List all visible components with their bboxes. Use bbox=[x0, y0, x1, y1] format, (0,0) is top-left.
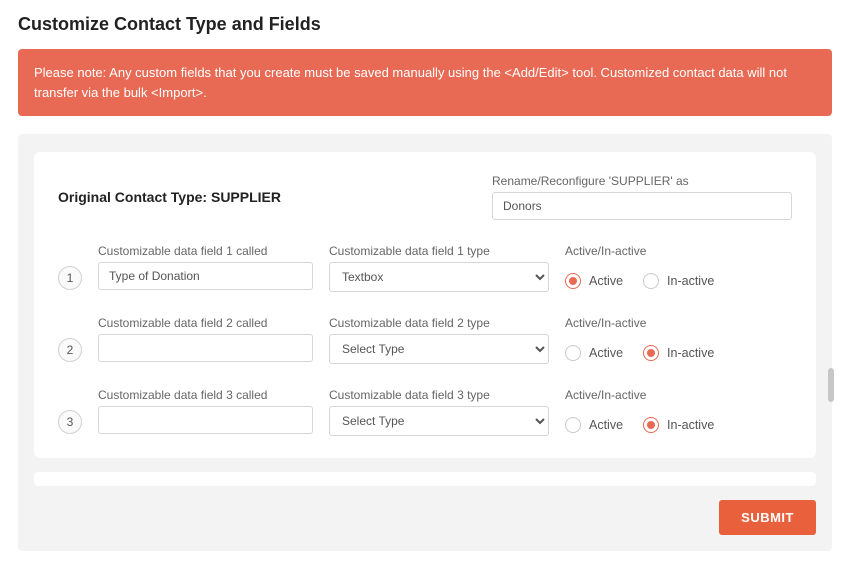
radio-label: Active bbox=[589, 346, 623, 360]
radio-icon bbox=[565, 345, 581, 361]
warning-alert: Please note: Any custom fields that you … bbox=[18, 49, 832, 116]
field-name-label: Customizable data field 3 called bbox=[98, 388, 313, 402]
field-name-input-3[interactable] bbox=[98, 406, 313, 434]
form-panel: Original Contact Type: SUPPLIER Rename/R… bbox=[18, 134, 832, 551]
status-label: Active/In-active bbox=[565, 388, 792, 402]
field-type-select-3[interactable]: Select Type bbox=[329, 406, 549, 436]
radio-active-2[interactable]: Active bbox=[565, 345, 623, 361]
rename-input[interactable] bbox=[492, 192, 792, 220]
radio-label: In-active bbox=[667, 346, 714, 360]
step-number: 3 bbox=[58, 410, 82, 434]
radio-icon bbox=[643, 417, 659, 433]
field-type-select-1[interactable]: Textbox bbox=[329, 262, 549, 292]
orig-prefix: Original Contact Type: bbox=[58, 189, 211, 205]
radio-active-1[interactable]: Active bbox=[565, 273, 623, 289]
radio-inactive-2[interactable]: In-active bbox=[643, 345, 714, 361]
field-type-label: Customizable data field 1 type bbox=[329, 244, 549, 258]
rename-label: Rename/Reconfigure 'SUPPLIER' as bbox=[492, 174, 792, 188]
original-contact-type-label: Original Contact Type: SUPPLIER bbox=[58, 189, 492, 205]
radio-active-3[interactable]: Active bbox=[565, 417, 623, 433]
radio-icon bbox=[643, 345, 659, 361]
radio-icon bbox=[643, 273, 659, 289]
field-name-input-1[interactable] bbox=[98, 262, 313, 290]
orig-value: SUPPLIER bbox=[211, 189, 281, 205]
radio-icon bbox=[565, 417, 581, 433]
radio-inactive-3[interactable]: In-active bbox=[643, 417, 714, 433]
scrollbar-thumb-icon[interactable] bbox=[828, 368, 834, 402]
status-label: Active/In-active bbox=[565, 316, 792, 330]
radio-label: Active bbox=[589, 274, 623, 288]
field-name-label: Customizable data field 2 called bbox=[98, 316, 313, 330]
contact-type-card: Original Contact Type: SUPPLIER Rename/R… bbox=[34, 152, 816, 458]
step-number: 1 bbox=[58, 266, 82, 290]
field-type-label: Customizable data field 3 type bbox=[329, 388, 549, 402]
status-label: Active/In-active bbox=[565, 244, 792, 258]
field-type-label: Customizable data field 2 type bbox=[329, 316, 549, 330]
field-name-label: Customizable data field 1 called bbox=[98, 244, 313, 258]
field-row-1: 1 Customizable data field 1 called Custo… bbox=[58, 244, 792, 296]
radio-label: In-active bbox=[667, 274, 714, 288]
next-card-peek bbox=[34, 472, 816, 486]
submit-button[interactable]: SUBMIT bbox=[719, 500, 816, 535]
radio-label: In-active bbox=[667, 418, 714, 432]
field-name-input-2[interactable] bbox=[98, 334, 313, 362]
step-number: 2 bbox=[58, 338, 82, 362]
field-type-select-2[interactable]: Select Type bbox=[329, 334, 549, 364]
page-title: Customize Contact Type and Fields bbox=[18, 14, 832, 35]
field-row-2: 2 Customizable data field 2 called Custo… bbox=[58, 316, 792, 368]
radio-icon bbox=[565, 273, 581, 289]
radio-inactive-1[interactable]: In-active bbox=[643, 273, 714, 289]
radio-label: Active bbox=[589, 418, 623, 432]
field-row-3: 3 Customizable data field 3 called Custo… bbox=[58, 388, 792, 440]
